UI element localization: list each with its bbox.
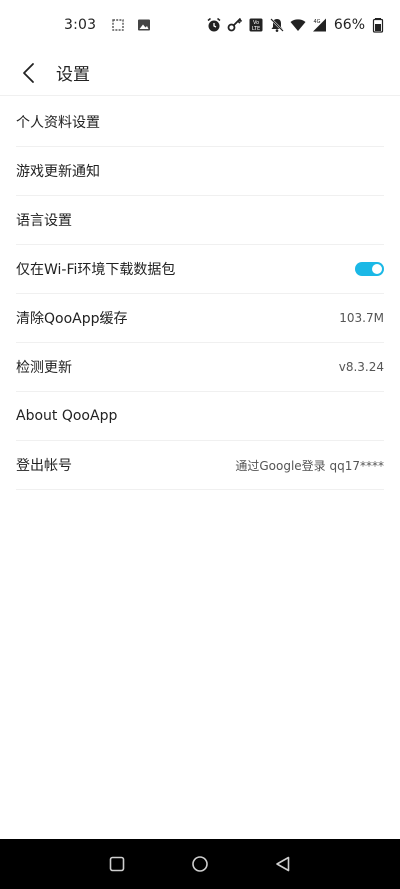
back-icon <box>275 856 289 872</box>
settings-item-clear-cache[interactable]: 清除QooApp缓存 103.7M <box>16 294 384 343</box>
battery-icon <box>370 17 386 33</box>
back-button[interactable] <box>14 58 44 88</box>
status-time: 3:03 <box>64 17 97 33</box>
recent-apps-icon <box>110 856 125 872</box>
settings-item-label: 个人资料设置 <box>16 115 100 131</box>
app-header: 设置 <box>0 50 400 96</box>
settings-item-game-update-notify[interactable]: 游戏更新通知 <box>16 147 384 196</box>
settings-item-label: 游戏更新通知 <box>16 164 100 180</box>
qr-notification-icon <box>110 17 126 33</box>
status-notification-icons <box>110 17 152 33</box>
system-back-button[interactable] <box>263 844 303 884</box>
version-value: v8.3.24 <box>338 360 384 374</box>
svg-text:LTE: LTE <box>252 26 260 32</box>
status-bar: 3:03 Vo LTE 4G 66% <box>0 0 400 50</box>
image-notification-icon <box>136 17 152 33</box>
cache-size-value: 103.7M <box>339 311 384 325</box>
settings-item-label: 检测更新 <box>16 360 72 376</box>
settings-item-check-update[interactable]: 检测更新 v8.3.24 <box>16 343 384 392</box>
system-nav-bar <box>0 839 400 889</box>
settings-item-label: 仅在Wi-Fi环境下载数据包 <box>16 262 176 278</box>
status-system-icons: Vo LTE 4G 66% <box>206 17 386 33</box>
home-icon <box>192 856 208 872</box>
page-title: 设置 <box>56 65 90 85</box>
svg-text:4G: 4G <box>313 19 320 25</box>
key-icon <box>227 17 243 33</box>
settings-item-label: 语言设置 <box>16 213 72 229</box>
volte-icon: Vo LTE <box>248 17 264 33</box>
recent-apps-button[interactable] <box>97 844 137 884</box>
settings-item-label: 登出帐号 <box>16 458 72 474</box>
login-account-value: 通过Google登录 qq17**** <box>235 458 384 473</box>
mute-icon <box>269 17 285 33</box>
home-button[interactable] <box>180 844 220 884</box>
settings-item-language[interactable]: 语言设置 <box>16 196 384 245</box>
settings-item-about[interactable]: About QooApp <box>16 392 384 441</box>
settings-item-label: About QooApp <box>16 408 118 424</box>
settings-item-profile[interactable]: 个人资料设置 <box>16 98 384 147</box>
settings-item-wifi-only-download: 仅在Wi-Fi环境下载数据包 <box>16 245 384 294</box>
battery-percent: 66% <box>333 17 365 33</box>
alarm-icon <box>206 17 222 33</box>
wifi-icon <box>290 17 306 33</box>
settings-item-label: 清除QooApp缓存 <box>16 311 128 327</box>
signal-4g-icon: 4G <box>311 17 327 33</box>
settings-item-logout[interactable]: 登出帐号 通过Google登录 qq17**** <box>16 441 384 490</box>
toggle-knob <box>372 264 382 274</box>
chevron-left-icon <box>23 62 34 83</box>
settings-list: 个人资料设置 游戏更新通知 语言设置 仅在Wi-Fi环境下载数据包 清除QooA… <box>16 98 384 490</box>
wifi-only-toggle[interactable] <box>355 262 384 276</box>
